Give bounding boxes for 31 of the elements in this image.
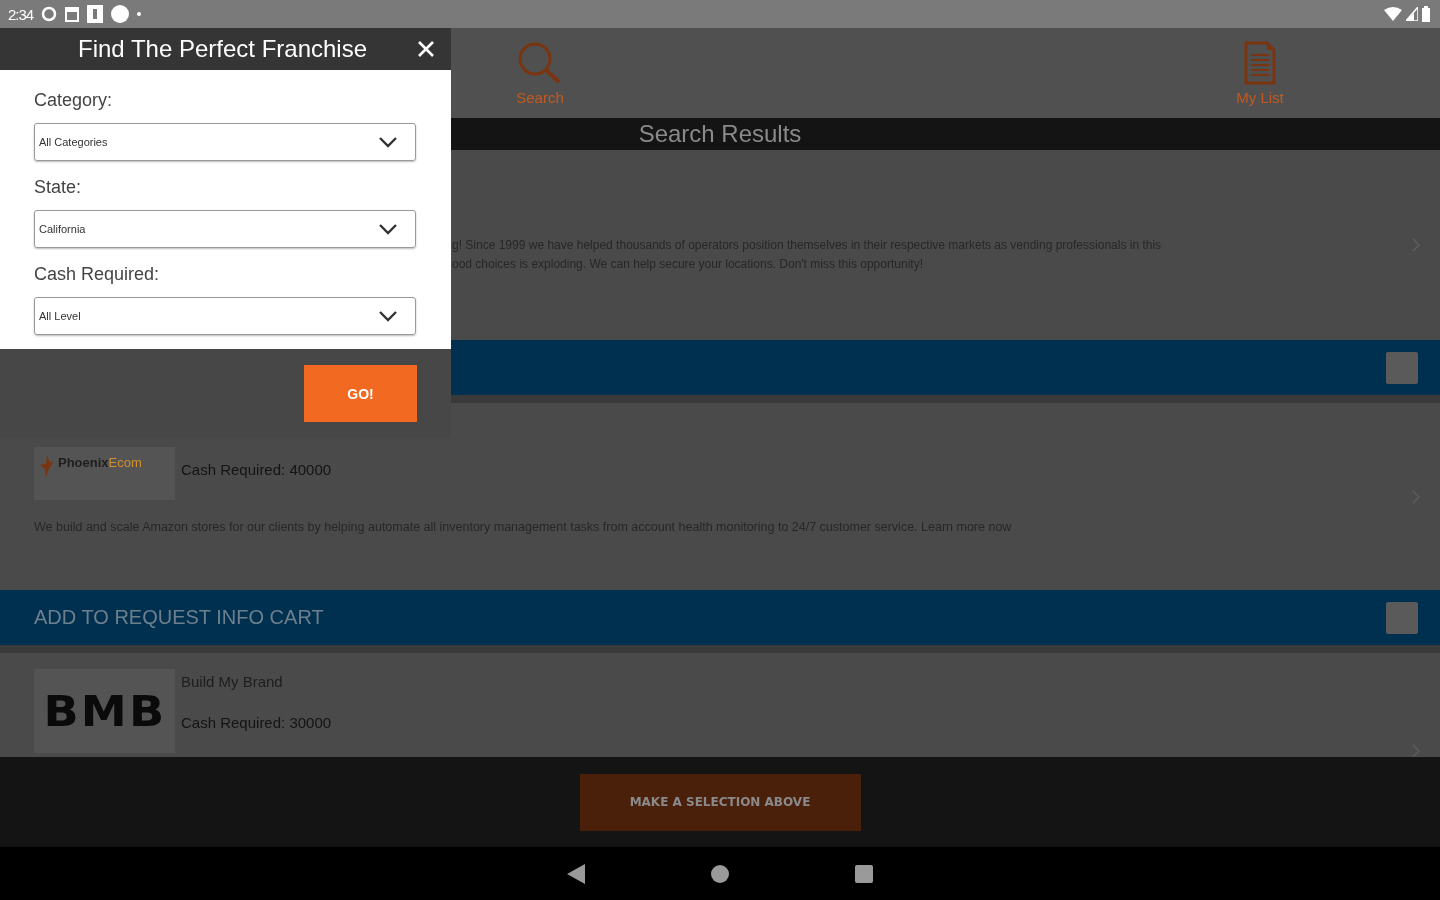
checkbox[interactable] bbox=[1386, 601, 1418, 634]
checkbox[interactable] bbox=[1386, 351, 1418, 384]
calendar-icon bbox=[65, 6, 80, 22]
dot-icon bbox=[137, 12, 142, 16]
chevron-down-icon bbox=[379, 310, 397, 322]
field-label: Cash Required: bbox=[34, 264, 161, 285]
chevron-down-icon bbox=[379, 136, 397, 148]
back-icon[interactable] bbox=[567, 863, 585, 884]
field-label: Category: bbox=[34, 90, 114, 111]
logo-text: PhoenixEcom bbox=[58, 455, 142, 470]
cart-label: ADD TO REQUEST INFO CART bbox=[34, 606, 324, 629]
chevron-right-icon[interactable] bbox=[1412, 744, 1420, 757]
dialog-title: Find The Perfect Franchise bbox=[78, 35, 368, 63]
chevron-down-icon bbox=[379, 223, 397, 235]
field-label: State: bbox=[34, 177, 83, 198]
home-icon[interactable] bbox=[711, 864, 729, 883]
recents-icon[interactable] bbox=[855, 864, 873, 883]
wifi-icon bbox=[1384, 7, 1402, 21]
clock-time: 2:34 bbox=[8, 5, 34, 23]
search-icon bbox=[517, 40, 563, 85]
dropdown[interactable]: All Categories bbox=[34, 123, 416, 161]
dropdown[interactable]: California bbox=[34, 210, 416, 248]
bird-icon bbox=[40, 455, 54, 477]
logo-text: BMB bbox=[43, 686, 166, 736]
dropdown[interactable]: All Level bbox=[34, 297, 416, 335]
battery-icon bbox=[1422, 6, 1430, 22]
selection-button[interactable]: MAKE A SELECTION ABOVE bbox=[579, 773, 861, 831]
go-button[interactable]: GO! bbox=[304, 365, 417, 422]
signal-icon bbox=[1406, 7, 1418, 21]
circle-icon bbox=[111, 5, 130, 23]
close-icon[interactable] bbox=[417, 40, 435, 58]
